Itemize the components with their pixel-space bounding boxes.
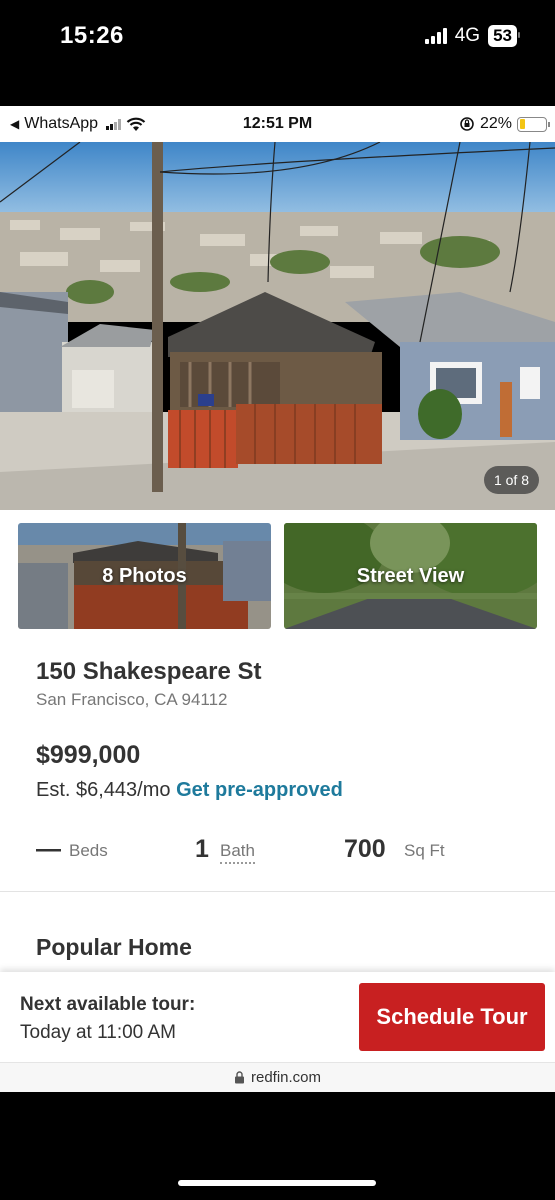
photos-thumbnail[interactable]: 8 Photos [18,523,271,629]
battery-percent: 22% [479,115,512,132]
street-view-thumbnail[interactable]: Street View [284,523,537,629]
house-photo-illustration [0,142,555,510]
outer-clock: 15:26 [60,22,124,49]
home-indicator[interactable] [178,1180,376,1186]
listing-price: $999,000 [36,741,141,769]
schedule-tour-button[interactable]: Schedule Tour [359,983,545,1051]
back-to-app-link[interactable]: ◀ WhatsApp [10,115,146,133]
lock-icon [234,1071,244,1084]
battery-icon: 53 [488,25,520,47]
photo-counter-badge: 1 of 8 [483,466,539,494]
outer-status-bar: 15:26 4G 53 [0,0,555,106]
listing-stats: — Beds 1 Bath 700 Sq Ft [36,835,536,865]
listing-address: 150 Shakespeare St [36,658,262,685]
beds-label: Beds [69,841,108,860]
network-type: 4G [454,25,481,46]
bath-label[interactable]: Bath [220,841,255,864]
url-text: redfin.com [250,1069,322,1086]
estimated-payment-row: Est. $6,443/mo Get pre-approved [36,779,343,802]
orientation-lock-icon [460,117,474,131]
next-tour-title: Next available tour: [20,994,196,1015]
section-divider [0,891,555,892]
beds-value: — [36,835,61,863]
back-triangle-icon: ◀ [10,117,20,131]
tour-bar: Next available tour: Today at 11:00 AM S… [0,972,555,1062]
signal-icon [106,118,122,130]
inner-status-bar: 12:51 PM ◀ WhatsApp 22% [0,106,555,142]
sqft-label: Sq Ft [404,841,445,860]
street-view-label: Street View [356,564,465,587]
cellular-signal-icon [424,28,447,44]
outer-status-icons: 4G 53 [424,25,520,47]
media-thumbnails: 8 Photos Street View [18,523,537,629]
photos-thumbnail-label: 8 Photos [102,564,187,587]
bath-value: 1 [195,835,209,863]
wifi-icon [126,117,146,131]
listing-details: 8 Photos Street View 150 Shakespeare St … [0,510,555,972]
sqft-value: 700 [344,835,386,863]
listing-city: San Francisco, CA 94112 [36,690,228,709]
listing-main-photo[interactable]: 1 of 8 [0,142,555,510]
back-app-label: WhatsApp [24,115,99,132]
inner-status-right: 22% [459,115,550,133]
low-battery-icon [517,116,550,132]
popular-home-heading: Popular Home [36,934,192,960]
next-tour-time: Today at 11:00 AM [20,1022,176,1043]
estimated-payment: Est. $6,443/mo [36,779,171,801]
get-preapproved-link[interactable]: Get pre-approved [176,779,343,801]
browser-url-bar[interactable]: redfin.com [0,1062,555,1092]
